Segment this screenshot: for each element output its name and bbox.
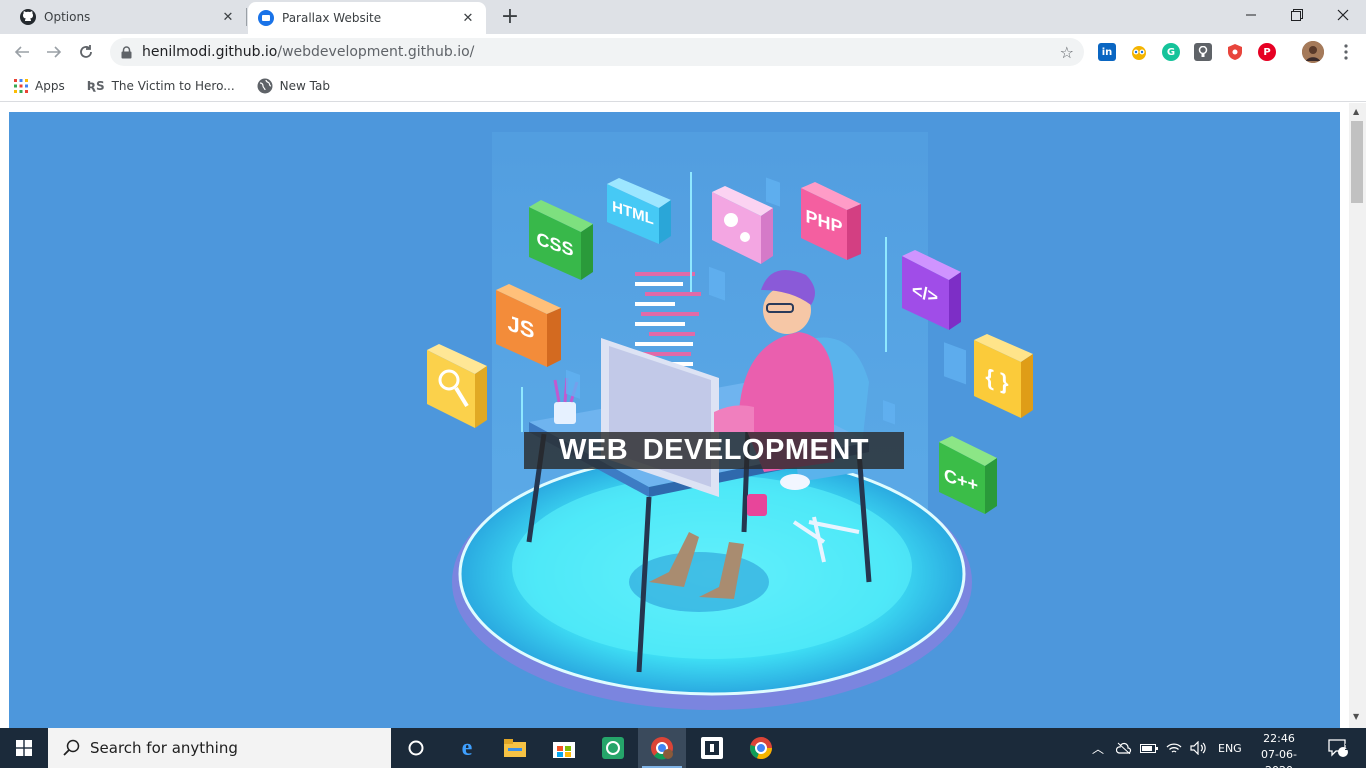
back-button[interactable]: [10, 40, 34, 64]
bookmark-apps[interactable]: Apps: [14, 78, 65, 93]
tile-braces: { }: [974, 334, 1033, 418]
restore-button[interactable]: [1274, 0, 1320, 30]
system-tray: ︿ ENG: [1092, 728, 1242, 768]
tab-parallax-website[interactable]: Parallax Website ✕: [248, 2, 486, 34]
bookmark-star-icon[interactable]: ☆: [1060, 43, 1074, 62]
cortana-button[interactable]: [392, 728, 440, 768]
keep-extension-icon[interactable]: [1194, 43, 1212, 61]
scroll-down-icon[interactable]: ▼: [1353, 712, 1359, 721]
edge-icon[interactable]: e: [443, 728, 491, 768]
owl-extension-icon[interactable]: [1130, 43, 1148, 61]
shield-extension-icon[interactable]: [1226, 43, 1244, 61]
minimize-button[interactable]: [1228, 0, 1274, 30]
pinterest-extension-icon[interactable]: P: [1258, 43, 1276, 61]
cloud-offline-icon[interactable]: [1116, 742, 1132, 754]
browser-menu-icon[interactable]: [1334, 40, 1358, 64]
whatsapp-icon[interactable]: [589, 728, 637, 768]
close-tab-icon[interactable]: ✕: [460, 11, 476, 26]
wifi-icon[interactable]: [1166, 741, 1182, 755]
microsoft-store-icon[interactable]: [540, 728, 588, 768]
language-indicator[interactable]: ENG: [1218, 742, 1242, 755]
url-path: /webdevelopment.github.io/: [277, 44, 475, 60]
clock-time: 22:46: [1263, 732, 1295, 745]
browser-toolbar: henilmodi.github.io/webdevelopment.githu…: [0, 34, 1366, 70]
tab-strip: Options ✕ Parallax Website ✕ +: [0, 0, 1366, 34]
clock-date: 07-06-2020: [1261, 748, 1297, 768]
chrome-icon[interactable]: [737, 728, 785, 768]
profile-avatar[interactable]: [1302, 41, 1324, 63]
notification-center-button[interactable]: 1: [1318, 728, 1358, 768]
windows-logo-icon: [16, 740, 32, 756]
rs-logo-icon: ƦS: [86, 78, 105, 93]
system-clock[interactable]: 22:46 07-06-2020: [1248, 731, 1310, 768]
bookmark-new-tab[interactable]: New Tab: [257, 78, 330, 94]
tab-title: Parallax Website: [282, 11, 382, 25]
taskbar-search-box[interactable]: Search for anything: [48, 728, 391, 768]
battery-icon[interactable]: [1140, 742, 1158, 754]
terminal-app-icon[interactable]: [688, 728, 736, 768]
reload-button[interactable]: [74, 40, 98, 64]
apps-grid-icon: [14, 78, 28, 93]
linkedin-extension-icon[interactable]: in: [1098, 43, 1116, 61]
globe-icon: [257, 78, 273, 94]
notification-count: 1: [1344, 743, 1351, 753]
mug: [747, 494, 767, 516]
start-button[interactable]: [0, 728, 48, 768]
search-icon: [62, 739, 80, 757]
close-tab-icon[interactable]: ✕: [220, 10, 236, 25]
tile-search: [427, 344, 487, 428]
address-bar[interactable]: henilmodi.github.io/webdevelopment.githu…: [110, 38, 1084, 66]
url-host: henilmodi.github.io: [142, 44, 278, 60]
tab-separator: [246, 8, 247, 26]
page-favicon-icon: [258, 10, 274, 26]
scrollbar-thumb[interactable]: [1351, 121, 1363, 203]
windows-taskbar: Search for anything e ︿ ENG 22:46 07-06-…: [0, 728, 1366, 768]
close-window-button[interactable]: [1320, 0, 1366, 30]
bookmark-label: The Victim to Hero...: [111, 78, 235, 93]
tab-title: Options: [44, 10, 91, 24]
chrome-profile-icon[interactable]: [638, 728, 686, 768]
pencil-cup: [554, 402, 576, 424]
grammarly-extension-icon[interactable]: G: [1162, 43, 1180, 61]
page-scrollbar[interactable]: ▲ ▼: [1349, 103, 1366, 728]
scroll-up-icon[interactable]: ▲: [1353, 107, 1359, 116]
search-placeholder: Search for anything: [90, 739, 238, 757]
bookmark-label: New Tab: [279, 78, 330, 93]
tab-options[interactable]: Options ✕: [0, 0, 246, 34]
github-icon: [20, 9, 36, 25]
tile-cpp: C++: [939, 436, 997, 514]
bookmark-label: Apps: [35, 78, 65, 93]
show-hidden-icons-icon[interactable]: ︿: [1092, 740, 1106, 757]
file-explorer-icon[interactable]: [491, 728, 539, 768]
new-tab-button[interactable]: +: [498, 4, 522, 30]
web-developer-illustration: CSS HTML PHP JS </> {} C++: [427, 132, 1033, 710]
lock-icon[interactable]: [120, 45, 132, 59]
hero-banner: CSS HTML PHP JS </> {} C++ WEB DEVELOPM…: [9, 112, 1340, 728]
mouse: [780, 474, 810, 490]
hero-title: WEB DEVELOPMENT: [524, 432, 904, 469]
volume-icon[interactable]: [1190, 741, 1208, 755]
bookmarks-bar: Apps ƦS The Victim to Hero... New Tab: [0, 70, 1366, 102]
bookmark-victim-to-hero[interactable]: ƦS The Victim to Hero...: [87, 79, 235, 93]
forward-button[interactable]: [42, 40, 66, 64]
page-viewport: CSS HTML PHP JS </> {} C++ WEB DEVELOPM…: [0, 103, 1366, 728]
